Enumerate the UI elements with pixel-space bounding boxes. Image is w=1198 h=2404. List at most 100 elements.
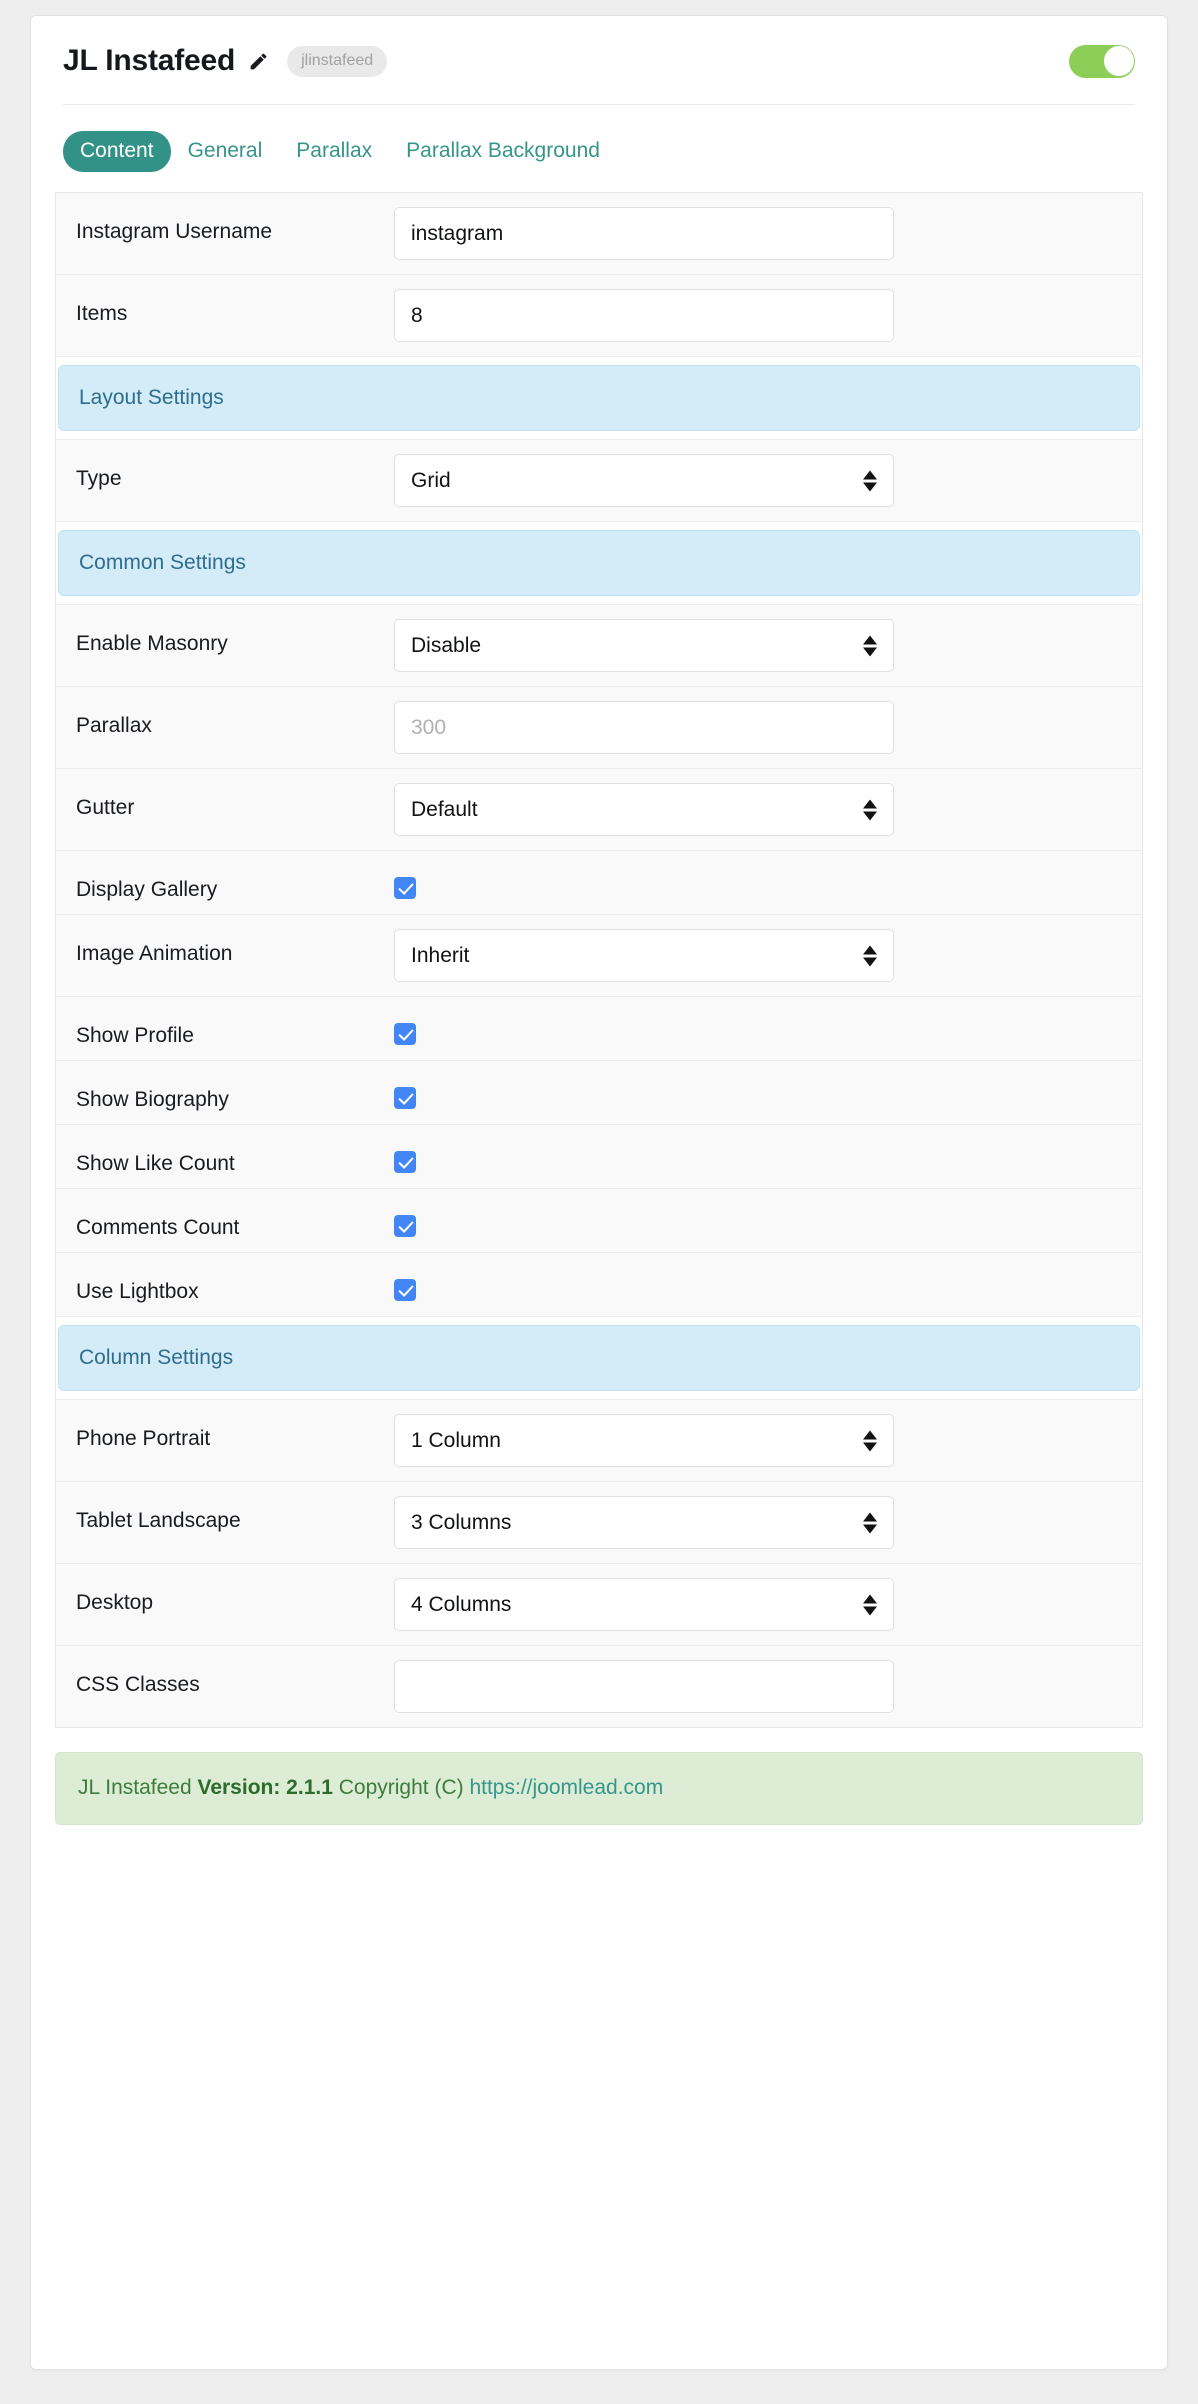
form-row: Type Grid: [56, 440, 1142, 522]
field-control-wrap: 3 Columns: [394, 1482, 1142, 1563]
select-image-animation[interactable]: Inherit: [394, 929, 894, 982]
field-control-wrap: [394, 997, 1142, 1059]
form-row: Show Biography: [56, 1061, 1142, 1125]
checkbox-show-profile[interactable]: [394, 1023, 416, 1045]
field-label-gutter: Gutter: [76, 796, 135, 819]
select-wrap-type: Grid: [394, 454, 894, 507]
field-control-wrap: Grid: [394, 440, 1142, 521]
select-type[interactable]: Grid: [394, 454, 894, 507]
select-tablet-landscape[interactable]: 3 Columns: [394, 1496, 894, 1549]
field-label-phone-portrait: Phone Portrait: [76, 1427, 211, 1450]
footer-product-name: JL Instafeed: [78, 1776, 192, 1799]
tab-parallax-background[interactable]: Parallax Background: [389, 131, 617, 172]
form-row: Show Like Count: [56, 1125, 1142, 1189]
section-header-label: Column Settings: [58, 1325, 1140, 1391]
field-control-wrap: [394, 1061, 1142, 1123]
form-row: Display Gallery: [56, 851, 1142, 915]
field-label-enable-masonry: Enable Masonry: [76, 632, 228, 655]
form-row: Tablet Landscape 3 Columns: [56, 1482, 1142, 1564]
select-wrap-phone-portrait: 1 Column: [394, 1414, 894, 1467]
field-control-wrap: Inherit: [394, 915, 1142, 996]
section-column-settings: Column Settings: [56, 1317, 1142, 1400]
page-title: JL Instafeed: [63, 44, 236, 77]
checkbox-display-gallery[interactable]: [394, 877, 416, 899]
field-label-instagram-username: Instagram Username: [76, 220, 273, 243]
footer-copyright: Copyright (C): [338, 1776, 464, 1799]
module-settings-panel: JL Instafeed jlinstafeed Content General P…: [30, 15, 1168, 2370]
field-label-image-animation: Image Animation: [76, 942, 233, 965]
panel-header: JL Instafeed jlinstafeed: [31, 16, 1167, 78]
field-label-parallax: Parallax: [76, 714, 152, 737]
form-row: Phone Portrait 1 Column: [56, 1400, 1142, 1482]
field-control-wrap: [394, 1125, 1142, 1187]
input-items[interactable]: [394, 289, 894, 342]
select-wrap-enable-masonry: Disable: [394, 619, 894, 672]
tab-parallax[interactable]: Parallax: [279, 131, 389, 172]
form-row: Gutter Default: [56, 769, 1142, 851]
field-control-wrap: Disable: [394, 605, 1142, 686]
tab-general[interactable]: General: [171, 131, 280, 172]
field-control-wrap: 1 Column: [394, 1400, 1142, 1481]
footer-wrap: JL Instafeed Version: 2.1.1 Copyright (C…: [31, 1728, 1167, 1826]
field-control-wrap: [394, 687, 1142, 768]
field-control-wrap: [394, 851, 1142, 913]
field-label-display-gallery: Display Gallery: [76, 878, 218, 901]
field-control-wrap: Default: [394, 769, 1142, 850]
form-row: Comments Count: [56, 1189, 1142, 1253]
field-control-wrap: [394, 1189, 1142, 1251]
field-label-use-lightbox: Use Lightbox: [76, 1280, 199, 1303]
field-control-wrap: [394, 275, 1142, 356]
checkbox-comments-count[interactable]: [394, 1215, 416, 1237]
field-label-tablet-landscape: Tablet Landscape: [76, 1509, 241, 1532]
field-label-type: Type: [76, 467, 122, 490]
select-wrap-tablet-landscape: 3 Columns: [394, 1496, 894, 1549]
select-desktop[interactable]: 4 Columns: [394, 1578, 894, 1631]
module-enable-toggle[interactable]: [1069, 44, 1135, 78]
field-label-items: Items: [76, 302, 128, 325]
field-label-comments-count: Comments Count: [76, 1216, 240, 1239]
field-label-show-like-count: Show Like Count: [76, 1152, 235, 1175]
checkbox-use-lightbox[interactable]: [394, 1279, 416, 1301]
select-phone-portrait[interactable]: 1 Column: [394, 1414, 894, 1467]
form-row: Parallax: [56, 687, 1142, 769]
field-control-wrap: [394, 193, 1142, 274]
toggle-knob: [1103, 46, 1134, 76]
section-header-label: Common Settings: [58, 530, 1140, 596]
settings-form-table: Instagram Username Items Layout Settings Ty…: [55, 192, 1143, 1728]
footer-link[interactable]: https://joomlead.com: [469, 1776, 663, 1799]
module-id-badge: jlinstafeed: [287, 45, 388, 77]
input-css-classes[interactable]: [394, 1660, 894, 1713]
section-common-settings: Common Settings: [56, 522, 1142, 605]
tab-bar: Content General Parallax Parallax Backgroun…: [31, 105, 1167, 172]
field-control-wrap: 4 Columns: [394, 1564, 1142, 1645]
checkbox-show-biography[interactable]: [394, 1087, 416, 1109]
footer-version: Version: 2.1.1: [197, 1776, 333, 1799]
field-label-css-classes: CSS Classes: [76, 1673, 200, 1696]
version-notice: JL Instafeed Version: 2.1.1 Copyright (C…: [55, 1752, 1143, 1826]
field-control-wrap: [394, 1253, 1142, 1315]
checkbox-show-like-count[interactable]: [394, 1151, 416, 1173]
form-row: Use Lightbox: [56, 1253, 1142, 1317]
select-wrap-gutter: Default: [394, 783, 894, 836]
form-row: Image Animation Inherit: [56, 915, 1142, 997]
select-wrap-desktop: 4 Columns: [394, 1578, 894, 1631]
field-label-show-profile: Show Profile: [76, 1024, 194, 1047]
select-gutter[interactable]: Default: [394, 783, 894, 836]
field-control-wrap: [394, 1646, 1142, 1727]
form-row: Show Profile: [56, 997, 1142, 1061]
input-parallax[interactable]: [394, 701, 894, 754]
pencil-icon[interactable]: [248, 51, 269, 72]
select-enable-masonry[interactable]: Disable: [394, 619, 894, 672]
field-label-desktop: Desktop: [76, 1591, 154, 1614]
form-row: Desktop 4 Columns: [56, 1564, 1142, 1646]
form-row: Instagram Username: [56, 193, 1142, 275]
form-row: Items: [56, 275, 1142, 357]
settings-form-wrap: Instagram Username Items Layout Settings Ty…: [31, 172, 1167, 1728]
form-row: CSS Classes: [56, 1646, 1142, 1727]
input-instagram-username[interactable]: [394, 207, 894, 260]
select-wrap-image-animation: Inherit: [394, 929, 894, 982]
form-row: Enable Masonry Disable: [56, 605, 1142, 687]
field-label-show-biography: Show Biography: [76, 1088, 229, 1111]
section-layout-settings: Layout Settings: [56, 357, 1142, 440]
tab-content[interactable]: Content: [63, 131, 171, 172]
